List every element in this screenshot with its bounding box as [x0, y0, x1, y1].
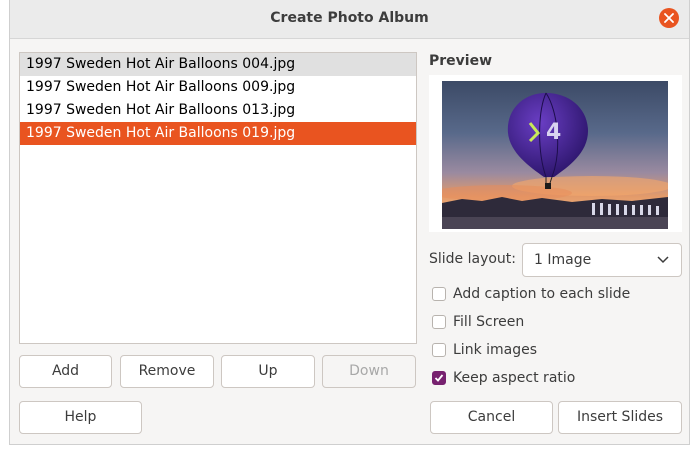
slide-layout-label: Slide layout: [429, 251, 517, 267]
chevron-down-icon [657, 256, 669, 264]
add-button[interactable]: Add [19, 355, 112, 388]
preview-area: 4 [429, 75, 682, 232]
insert-slides-button[interactable]: Insert Slides [558, 401, 682, 434]
cancel-button[interactable]: Cancel [430, 401, 553, 434]
keep-aspect-checkbox[interactable] [432, 371, 446, 385]
list-item[interactable]: 1997 Sweden Hot Air Balloons 013.jpg [20, 99, 416, 122]
checkmark-icon [434, 374, 444, 382]
up-button[interactable]: Up [221, 355, 315, 388]
keep-aspect-label: Keep aspect ratio [453, 370, 576, 386]
preview-image: 4 [442, 81, 668, 229]
link-images-checkbox[interactable] [432, 343, 446, 357]
help-button[interactable]: Help [19, 401, 142, 434]
link-images-label: Link images [453, 342, 538, 358]
fill-screen-checkbox[interactable] [432, 315, 446, 329]
caption-checkbox[interactable] [432, 287, 446, 301]
close-icon [664, 13, 674, 23]
slide-layout-select[interactable]: 1 Image [522, 243, 682, 277]
titlebar: Create Photo Album [10, 0, 689, 39]
caption-label: Add caption to each slide [453, 286, 631, 302]
slide-layout-value: 1 Image [534, 252, 592, 268]
list-item[interactable]: 1997 Sweden Hot Air Balloons 019.jpg [20, 122, 416, 145]
close-button[interactable] [659, 8, 679, 28]
svg-text:4: 4 [546, 120, 561, 145]
dialog-title: Create Photo Album [270, 10, 429, 26]
remove-button[interactable]: Remove [120, 355, 214, 388]
list-item[interactable]: 1997 Sweden Hot Air Balloons 004.jpg [20, 53, 416, 76]
preview-heading: Preview [429, 53, 493, 69]
fill-screen-label: Fill Screen [453, 314, 525, 330]
list-item[interactable]: 1997 Sweden Hot Air Balloons 009.jpg [20, 76, 416, 99]
create-photo-album-dialog: Create Photo Album 1997 Sweden Hot Air B… [9, 0, 690, 445]
down-button: Down [322, 355, 416, 388]
image-file-list[interactable]: 1997 Sweden Hot Air Balloons 004.jpg 199… [19, 52, 417, 344]
